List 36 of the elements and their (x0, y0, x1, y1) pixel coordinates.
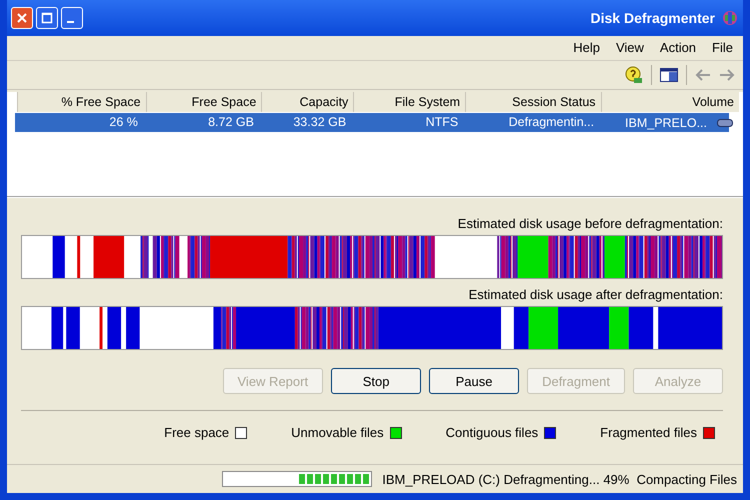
app-icon (721, 9, 739, 27)
action-button[interactable]: Stop (331, 368, 422, 394)
column-header[interactable]: File System (353, 92, 466, 112)
minimize-icon (67, 21, 74, 23)
column-header[interactable]: Volume (600, 92, 739, 112)
close-button[interactable] (11, 7, 33, 29)
status-text: IBM_PRELOAD (C:) Defragmenting... 49% Compacting Files (382, 472, 737, 486)
menu-item[interactable]: File (712, 40, 733, 56)
table-cell: IBM_PRELO... (625, 116, 707, 130)
map-label: Estimated disk usage after defragmentation: (468, 287, 723, 302)
column-header[interactable]: Session Status (465, 92, 601, 112)
drive-icon (717, 118, 733, 128)
help-icon[interactable] (625, 66, 643, 84)
action-button[interactable]: Pause (429, 368, 520, 394)
maximize-icon (41, 12, 53, 24)
legend-label: Free space (164, 425, 230, 440)
column-header[interactable]: Capacity (261, 92, 354, 112)
map-label: Estimated disk usage before defragmentation: (456, 216, 723, 231)
window-title: Disk Defragmenter (590, 10, 715, 26)
table-cell: 33.32 GB (293, 115, 346, 129)
menu-item[interactable]: View (616, 40, 644, 56)
maximize-button[interactable] (36, 7, 58, 29)
legend-label: Unmovable files (291, 425, 384, 440)
panel-icon[interactable] (660, 68, 678, 82)
table-cell: 8.72 GB (208, 115, 254, 129)
menu-item[interactable]: Action (660, 40, 696, 56)
legend-label: Contiguous files (446, 425, 538, 440)
menu-item[interactable]: Help (573, 40, 600, 56)
column-header[interactable]: % Free Space (17, 92, 146, 112)
close-icon (16, 12, 28, 24)
table-cell: 26 % (109, 115, 138, 129)
minimize-button[interactable] (61, 7, 83, 29)
legend-label: Fragmented files (600, 425, 697, 440)
table-cell: NTFS (426, 115, 458, 129)
table-cell: Defragmentin... (508, 115, 594, 129)
column-header[interactable]: Free Space (146, 92, 262, 112)
